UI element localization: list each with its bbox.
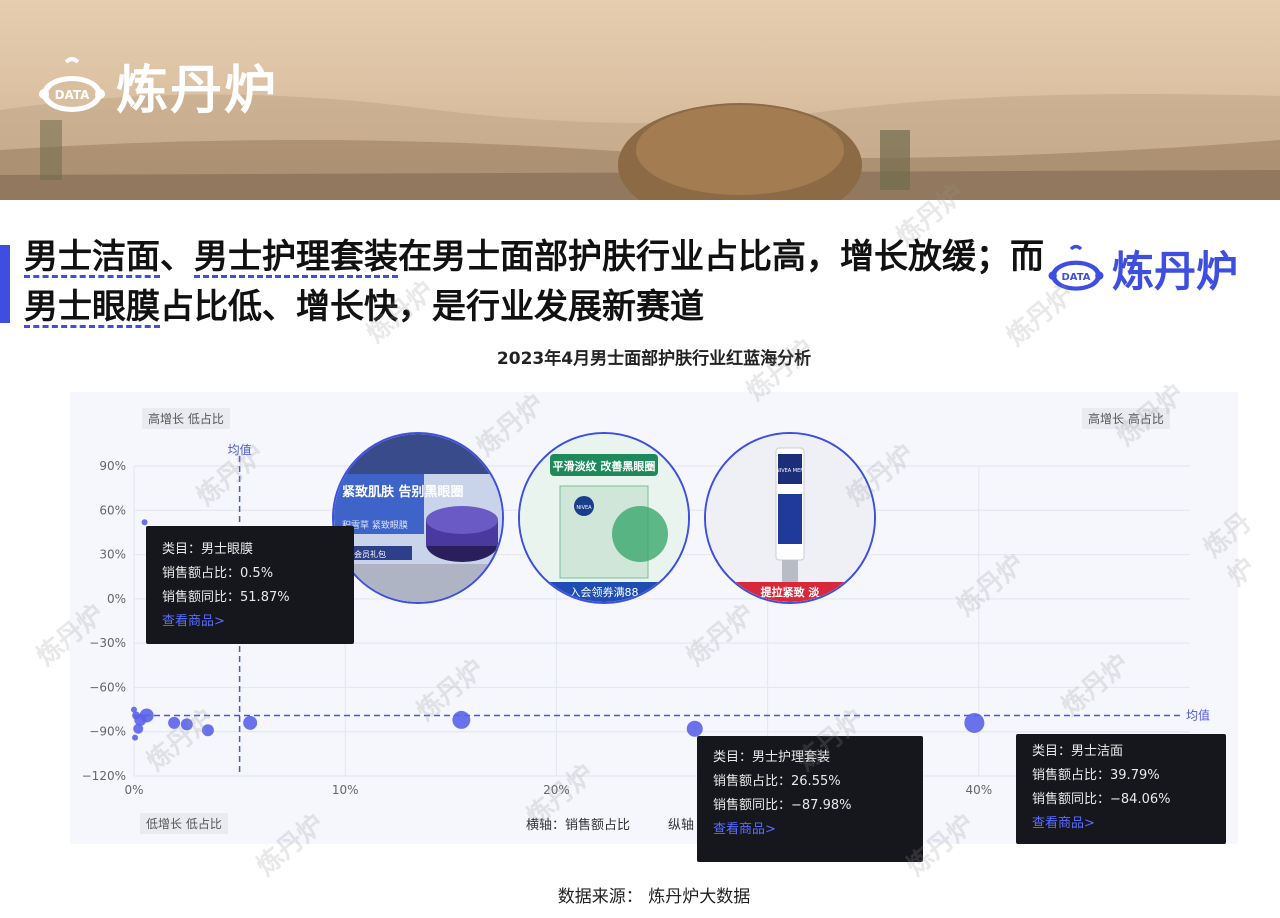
y-tick-label: 0% <box>107 592 126 606</box>
tooltip-category: 男士洁面 <box>1071 744 1124 759</box>
data-point <box>964 712 985 733</box>
data-point <box>141 519 148 526</box>
data-point <box>201 724 214 737</box>
banner-brand-name: 炼丹炉 <box>116 61 279 121</box>
tooltip-label: 类目： <box>1032 744 1072 759</box>
y-axis-caption: 纵轴 <box>668 818 695 833</box>
tooltip-share: 26.55% <box>791 774 841 789</box>
tooltip-cleanser: 类目：男士洁面 销售额占比：39.79% 销售额同比：−84.06% 查看商品> <box>1016 734 1226 844</box>
tooltip-category: 男士护理套装 <box>752 750 831 765</box>
chart-title: 2023年4月男士面部护肤行业红蓝海分析 <box>496 349 812 369</box>
product-2-bottom: 入会领券满88 <box>570 585 639 599</box>
product-3-bottom: 提拉紧致 淡 <box>761 585 821 599</box>
headline: 男士洁面、男士护理套装在男士面部护肤行业占比高，增长放缓；而男士眼膜占比低、增长… <box>24 232 1044 332</box>
y-tick-label: −90% <box>89 725 126 739</box>
tooltip-label: 类目： <box>162 542 202 557</box>
data-badge: DATA <box>55 88 91 102</box>
tooltip-category: 男士眼膜 <box>201 542 254 557</box>
tooltip-label: 销售额同比： <box>1032 792 1111 807</box>
data-point <box>180 718 193 731</box>
data-point <box>132 711 141 720</box>
data-source: 数据来源： 炼丹炉大数据 <box>557 887 751 907</box>
tooltip-yoy: 51.87% <box>240 590 290 605</box>
product-2-badge: 平滑淡纹 改善黑眼圈 <box>553 459 656 473</box>
side-logo: DATA 炼丹炉 <box>1046 238 1238 299</box>
pot-logo-icon: DATA <box>39 56 105 112</box>
tooltip-share: 0.5% <box>240 566 274 581</box>
side-brand-name: 炼丹炉 <box>1112 247 1239 296</box>
y-tick-label: −120% <box>82 769 126 783</box>
tooltip-label: 销售额占比： <box>162 566 241 581</box>
y-tick-label: 60% <box>99 503 126 517</box>
tooltip-label: 销售额同比： <box>162 590 241 605</box>
product-3-brand: NIVEA MEN <box>776 468 804 474</box>
data-point <box>452 710 471 729</box>
cleanser-tube-illustration: NIVEA MEN 提拉紧致 淡 <box>706 434 874 602</box>
data-point <box>131 706 137 713</box>
data-point <box>132 734 139 741</box>
product-image-care-set[interactable]: 平滑淡纹 改善黑眼圈 NIVEA 入会领券满88 <box>518 432 690 604</box>
y-tick-label: 90% <box>99 459 126 473</box>
tooltip-share: 39.79% <box>1110 768 1160 783</box>
data-point <box>168 716 181 729</box>
headline-highlight-eye-mask: 男士眼膜 <box>24 287 160 327</box>
headline-highlight-cleanser: 男士洁面 <box>24 237 160 277</box>
quadrant-label-bottom-left: 低增长 低占比 <box>140 813 228 834</box>
product-1-badge-line: 紧致肌肤 告别黑眼圈 <box>342 484 464 500</box>
x-tick-label: 40% <box>965 783 992 797</box>
tooltip-yoy: −84.06% <box>1110 792 1171 807</box>
tooltip-label: 销售额占比： <box>1032 768 1111 783</box>
banner-logo: DATA 炼丹炉 <box>36 48 278 123</box>
quadrant-label-top-left: 高增长 低占比 <box>142 408 230 429</box>
pot-logo-icon: DATA <box>1048 244 1104 291</box>
data-badge: DATA <box>1061 271 1090 282</box>
headline-highlight-care-set: 男士护理套装 <box>194 237 398 277</box>
x-tick-label: 0% <box>124 783 143 797</box>
product-2-brand: NIVEA <box>576 505 592 511</box>
data-point <box>243 715 258 730</box>
accent-bar <box>0 245 10 323</box>
y-tick-label: −30% <box>89 636 126 650</box>
tooltip-yoy: −87.98% <box>791 798 852 813</box>
data-point <box>133 723 144 734</box>
headline-text-2: 在男士面部护肤行业占比高，增长放缓；而 <box>398 237 1044 277</box>
x-tick-label: 10% <box>332 783 359 797</box>
eye-mask-jar-illustration: 紧致肌肤 告别黑眼圈 积雪草 紧致眼膜 新会员礼包 <box>334 434 502 602</box>
x-tick-label: 20% <box>543 783 570 797</box>
x-axis-caption: 横轴：销售额占比 <box>526 818 631 833</box>
view-products-link[interactable]: 查看商品> <box>1032 812 1210 836</box>
tooltip-label: 销售额同比： <box>713 798 792 813</box>
product-image-eye-mask[interactable]: 紧致肌肤 告别黑眼圈 积雪草 紧致眼膜 新会员礼包 <box>332 432 504 604</box>
tooltip-care-set: 类目：男士护理套装 销售额占比：26.55% 销售额同比：−87.98% 查看商… <box>697 736 923 862</box>
quadrant-label-top-right: 高增长 高占比 <box>1082 408 1170 429</box>
view-products-link[interactable]: 查看商品> <box>713 818 907 842</box>
view-products-link[interactable]: 查看商品> <box>162 610 338 634</box>
headline-text-3: 占比低、增长快，是行业发展新赛道 <box>160 287 704 327</box>
y-tick-label: 30% <box>99 548 126 562</box>
mean-y-label: 均值 <box>1186 707 1210 722</box>
data-point <box>686 720 703 737</box>
care-set-box-illustration: 平滑淡纹 改善黑眼圈 NIVEA 入会领券满88 <box>520 434 688 602</box>
product-image-cleanser[interactable]: NIVEA MEN 提拉紧致 淡 <box>704 432 876 604</box>
tooltip-label: 销售额占比： <box>713 774 792 789</box>
tooltip-eye-mask: 类目：男士眼膜 销售额占比：0.5% 销售额同比：51.87% 查看商品> <box>146 526 354 644</box>
header-banner: DATA 炼丹炉 <box>0 0 1280 200</box>
tooltip-label: 类目： <box>713 750 753 765</box>
headline-text-1: 、 <box>160 237 194 277</box>
mean-x-label: 均值 <box>228 442 252 457</box>
y-tick-label: −60% <box>89 680 126 694</box>
